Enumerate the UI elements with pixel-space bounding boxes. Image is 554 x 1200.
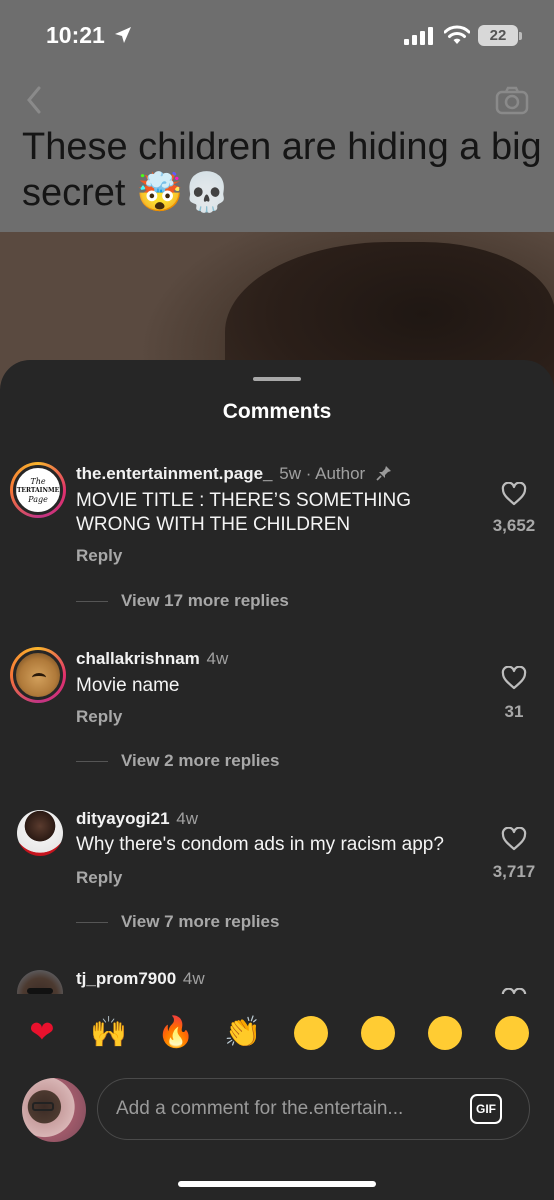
gif-button[interactable]: GIF [470, 1094, 502, 1124]
like-count: 3,717 [492, 862, 536, 881]
comment-meta: 5w · Author [279, 464, 366, 483]
signal-icon [404, 27, 433, 45]
emoji-fire-button[interactable]: 🔥 [157, 1014, 195, 1052]
avatar[interactable] [17, 810, 63, 856]
status-bar: 10:21 22 [0, 0, 554, 72]
emoji-reaction-bar: ❤ 🙌 🔥 👏 😢 😍 😮 😂 [0, 994, 554, 1078]
battery-indicator: 22 [478, 25, 518, 46]
emoji-laughing-face-button[interactable]: 😂 [495, 1016, 529, 1050]
post-title: These children are hiding a big secret 🤯… [22, 126, 542, 214]
view-replies-button[interactable]: View 7 more replies [76, 911, 279, 933]
sheet-grabber[interactable] [253, 377, 301, 381]
heart-icon[interactable] [501, 482, 527, 506]
comment-header: tj_prom7900 4w [76, 969, 205, 989]
comment-meta: 4w [182, 969, 205, 988]
comment-username[interactable]: dityayogi21 [76, 809, 170, 828]
my-avatar [22, 1078, 86, 1142]
avatar-image: The ENTERTAINMENT Page [13, 465, 63, 515]
sheet-title: Comments [222, 400, 332, 423]
status-time: 10:21 [46, 22, 105, 48]
heart-icon[interactable] [501, 666, 527, 690]
view-replies-button[interactable]: View 17 more replies [76, 590, 289, 612]
like-count: 31 [504, 702, 524, 721]
comment-text: MOVIE TITLE : THERE’S SOMETHING WRONG WI… [76, 490, 412, 535]
comment-text: Why there's condom ads in my racism app? [76, 834, 444, 855]
wifi-icon [444, 25, 470, 44]
comment-text: Movie name [76, 675, 180, 696]
comment-meta: 4w [206, 649, 229, 668]
emoji-clap-button[interactable]: 👏 [224, 1014, 262, 1052]
emoji-surprised-face-button[interactable]: 😮 [428, 1016, 462, 1050]
pin-icon [376, 466, 391, 481]
location-arrow-icon [115, 27, 131, 43]
reply-button[interactable]: Reply [76, 546, 122, 566]
comment-username[interactable]: challakrishnam [76, 649, 200, 668]
comment-header: the.entertainment.page_ 5w · Author [76, 464, 392, 484]
camera-icon[interactable] [495, 85, 529, 115]
home-indicator[interactable] [178, 1181, 376, 1187]
comment-input-placeholder: Add a comment for the.entertain... [116, 1098, 404, 1119]
avatar[interactable]: The ENTERTAINMENT Page [10, 462, 66, 518]
avatar[interactable] [10, 647, 66, 703]
view-replies-button[interactable]: View 2 more replies [76, 750, 279, 772]
comment-composer: Add a comment for the.entertain... GIF [0, 1078, 554, 1148]
heart-icon[interactable] [501, 827, 527, 851]
back-chevron-icon[interactable] [26, 86, 42, 114]
comment-header: dityayogi21 4w [76, 809, 198, 829]
comment-header: challakrishnam 4w [76, 649, 228, 669]
avatar-image [13, 650, 63, 700]
comment-meta: 4w [176, 809, 199, 828]
reply-button[interactable]: Reply [76, 707, 122, 727]
comment-input[interactable]: Add a comment for the.entertain... GIF [97, 1078, 530, 1140]
comment-username[interactable]: tj_prom7900 [76, 969, 176, 988]
comment-username[interactable]: the.entertainment.page_ [76, 464, 273, 483]
reply-button[interactable]: Reply [76, 868, 122, 888]
emoji-heart-eyes-button[interactable]: 😍 [361, 1016, 395, 1050]
emoji-heart-button[interactable]: ❤ [23, 1014, 61, 1052]
emoji-crying-face-button[interactable]: 😢 [294, 1016, 328, 1050]
like-count: 3,652 [492, 516, 536, 535]
emoji-raised-hands-button[interactable]: 🙌 [90, 1014, 128, 1052]
battery-nub [519, 32, 522, 40]
